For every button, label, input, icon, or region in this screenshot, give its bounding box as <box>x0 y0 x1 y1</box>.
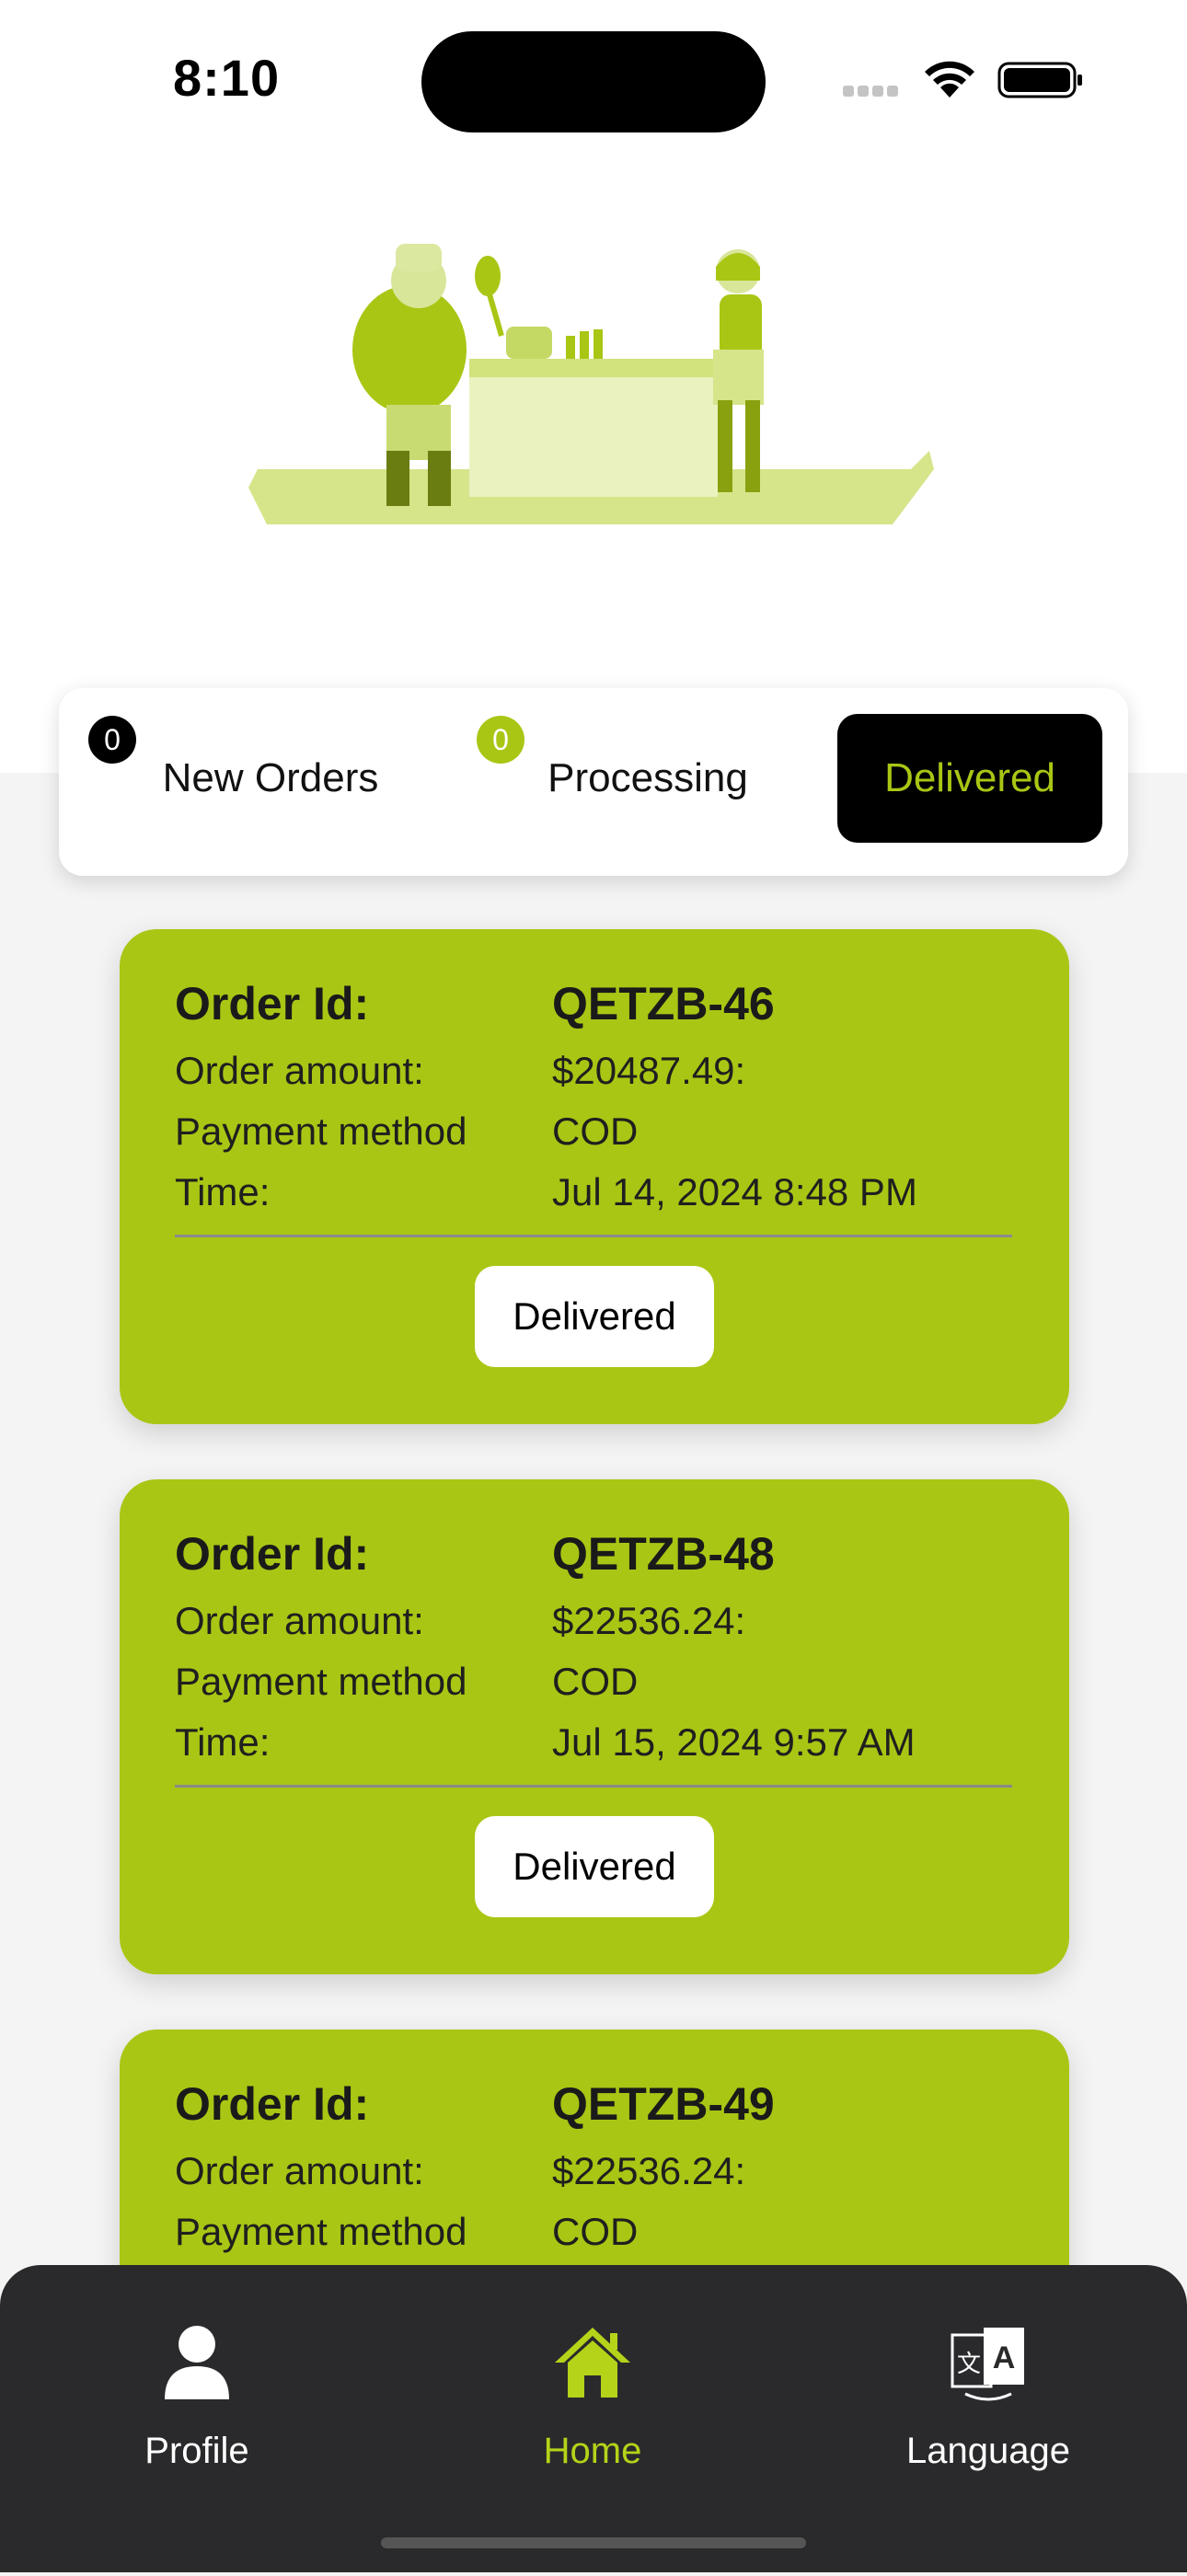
dynamic-island <box>421 31 766 132</box>
order-id-row: Order Id: QETZB-48 <box>175 1527 1021 1581</box>
order-time-row: Time: Jul 14, 2024 8:48 PM <box>175 1170 1021 1214</box>
order-amount-label: Order amount: <box>175 1049 424 1092</box>
svg-text:文: 文 <box>957 2351 981 2378</box>
tab-new-orders[interactable]: New Orders <box>114 714 427 843</box>
chefs-illustration <box>248 244 934 524</box>
status-bar: 8:10 <box>0 0 1187 156</box>
payment-method-value: COD <box>552 1660 639 1703</box>
status-time: 8:10 <box>173 49 281 107</box>
order-amount-row: Order amount: $22536.24: <box>175 2149 1021 2193</box>
order-amount-row: Order amount: $20487.49: <box>175 1049 1021 1093</box>
order-id-label: Order Id: <box>175 2078 370 2130</box>
translate-icon: A 文 <box>951 2328 1024 2401</box>
person-icon <box>165 2326 229 2399</box>
order-id-label: Order Id: <box>175 978 370 1029</box>
order-id-row: Order Id: QETZB-49 <box>175 2077 1021 2131</box>
order-id-value: QETZB-48 <box>552 1528 775 1580</box>
payment-method-label: Payment method <box>175 1660 467 1703</box>
new-orders-count-badge: 0 <box>88 716 136 764</box>
order-amount-value: $22536.24: <box>552 1599 746 1642</box>
nav-language[interactable]: A 文 Language <box>850 2320 1126 2472</box>
tab-processing[interactable]: Processing <box>491 714 804 843</box>
order-id-value: QETZB-46 <box>552 978 775 1029</box>
payment-method-row: Payment method COD <box>175 1660 1021 1704</box>
tab-delivered[interactable]: Delivered <box>837 714 1102 843</box>
svg-text:A: A <box>993 2340 1016 2375</box>
payment-method-row: Payment method COD <box>175 1110 1021 1154</box>
payment-method-value: COD <box>552 1110 639 1153</box>
nav-language-label: Language <box>906 2431 1070 2471</box>
order-status-tabs: New Orders Processing Delivered 0 0 <box>59 688 1128 876</box>
payment-method-value: COD <box>552 2210 639 2253</box>
divider <box>175 1235 1012 1237</box>
order-amount-value: $22536.24: <box>552 2149 746 2192</box>
order-amount-label: Order amount: <box>175 2149 424 2192</box>
wifi-icon <box>925 61 974 98</box>
payment-method-label: Payment method <box>175 2210 467 2253</box>
order-id-value: QETZB-49 <box>552 2078 775 2130</box>
battery-icon <box>997 62 1082 98</box>
payment-method-row: Payment method COD <box>175 2210 1021 2254</box>
processing-count-badge: 0 <box>477 716 524 764</box>
home-indicator <box>381 2537 806 2548</box>
order-time-value: Jul 14, 2024 8:48 PM <box>552 1170 917 1213</box>
nav-profile[interactable]: Profile <box>59 2320 335 2472</box>
order-card[interactable]: Order Id: QETZB-48 Order amount: $22536.… <box>120 1479 1069 1974</box>
payment-method-label: Payment method <box>175 1110 467 1153</box>
cellular-signal-icon <box>843 85 907 98</box>
delivered-status-button[interactable]: Delivered <box>475 1816 714 1917</box>
delivered-status-button[interactable]: Delivered <box>475 1266 714 1367</box>
order-time-row: Time: Jul 15, 2024 9:57 AM <box>175 1720 1021 1765</box>
order-card[interactable]: Order Id: QETZB-46 Order amount: $20487.… <box>120 929 1069 1424</box>
order-amount-label: Order amount: <box>175 1599 424 1642</box>
divider <box>175 1785 1012 1788</box>
order-id-label: Order Id: <box>175 1528 370 1580</box>
bottom-navigation: Profile Home A 文 Language <box>0 2265 1187 2572</box>
order-time-value: Jul 15, 2024 9:57 AM <box>552 1720 916 1764</box>
nav-profile-label: Profile <box>144 2431 249 2471</box>
order-time-label: Time: <box>175 1720 271 1764</box>
nav-home[interactable]: Home <box>455 2320 731 2472</box>
nav-home-label: Home <box>543 2431 642 2471</box>
order-time-label: Time: <box>175 1170 271 1213</box>
order-amount-value: $20487.49: <box>552 1049 746 1092</box>
home-icon <box>555 2328 630 2398</box>
order-amount-row: Order amount: $22536.24: <box>175 1599 1021 1643</box>
order-id-row: Order Id: QETZB-46 <box>175 977 1021 1030</box>
